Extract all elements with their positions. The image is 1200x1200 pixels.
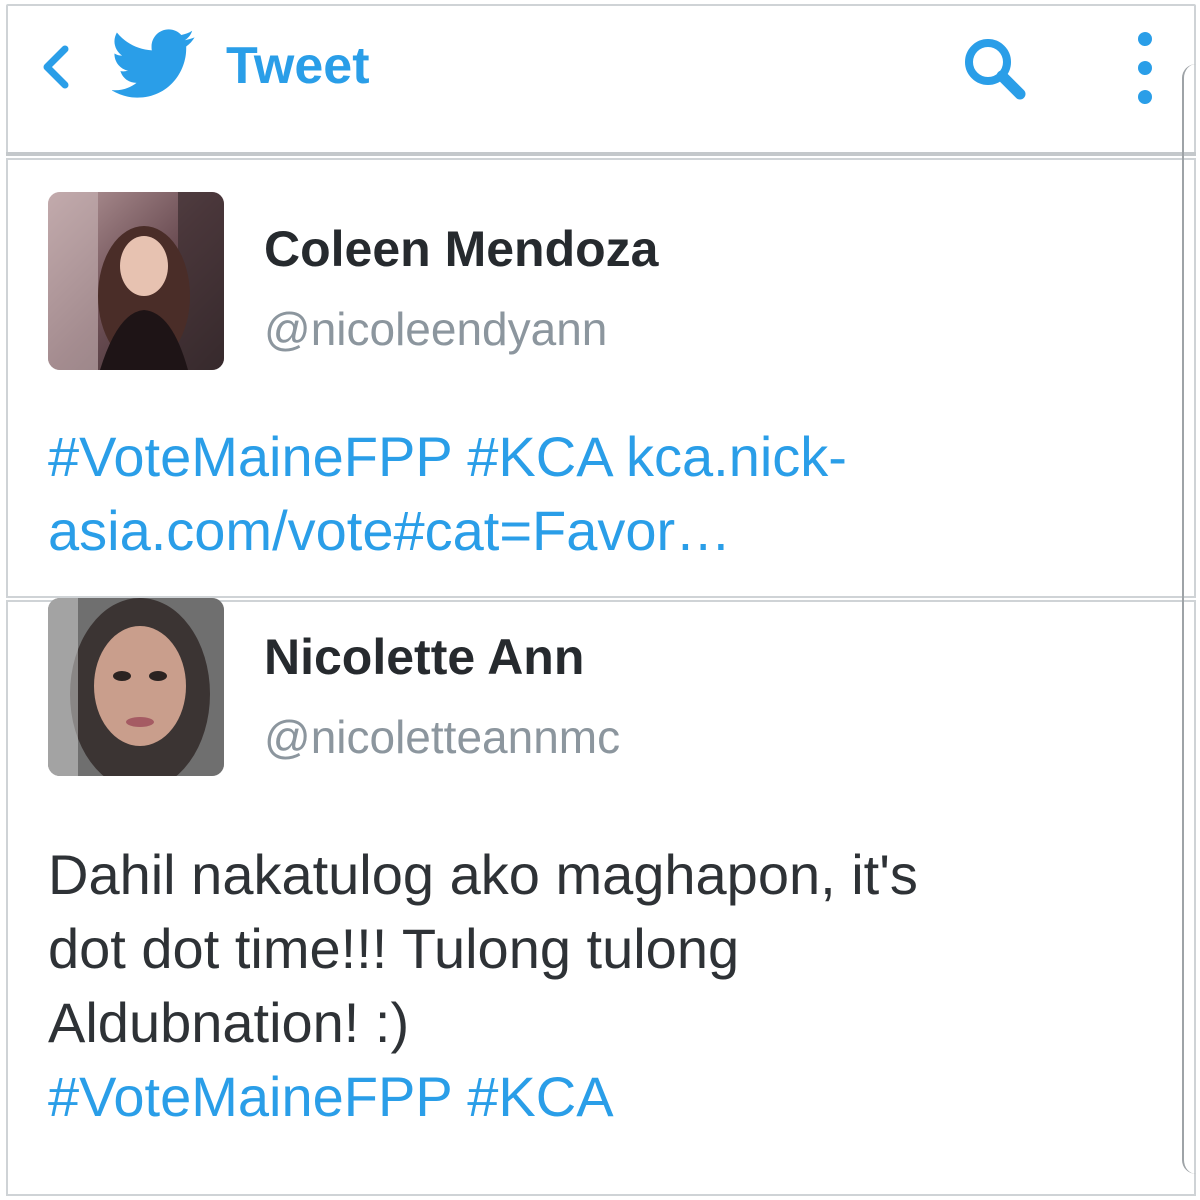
more-vertical-icon <box>1138 32 1152 46</box>
avatar[interactable] <box>48 598 224 776</box>
hashtag-link[interactable]: #VoteMaineFPP <box>48 1065 452 1128</box>
avatar[interactable] <box>48 192 224 370</box>
tweet-card[interactable]: Coleen Mendoza @nicoleendyann #VoteMaine… <box>6 158 1196 598</box>
user-handle[interactable]: @nicoleendyann <box>264 302 607 356</box>
app-header: Tweet <box>6 4 1196 154</box>
chevron-left-icon <box>43 45 69 89</box>
hashtag-link[interactable]: #KCA <box>467 1065 613 1128</box>
tweet-text-line: dot dot time!!! Tulong tulong <box>48 917 740 980</box>
more-vertical-icon-dot <box>1138 61 1152 75</box>
user-handle[interactable]: @nicoletteannmc <box>264 710 620 764</box>
more-options-button[interactable] <box>1130 28 1160 108</box>
twitter-bird-icon <box>112 29 195 98</box>
url-link[interactable]: kca.nick- <box>626 425 847 488</box>
avatar-photo <box>48 192 224 370</box>
more-vertical-icon-dot <box>1138 90 1152 104</box>
hashtag-link[interactable]: #VoteMaineFPP <box>48 425 452 488</box>
back-button[interactable] <box>36 44 76 90</box>
display-name[interactable]: Nicolette Ann <box>264 628 584 686</box>
tweet-text-line: Aldubnation! :) <box>48 991 410 1054</box>
hashtag-link[interactable]: #KCA <box>467 425 610 488</box>
tweet-text-line: #VoteMaineFPP #KCA <box>48 1060 1148 1134</box>
tweet-text-line: Dahil nakatulog ako maghapon, it's <box>48 843 918 906</box>
avatar-photo <box>48 598 224 776</box>
page-title: Tweet <box>226 37 370 95</box>
search-icon <box>965 39 1026 100</box>
tweet-text: #VoteMaineFPP #KCA kca.nick- asia.com/vo… <box>48 420 1148 568</box>
tweet-text: Dahil nakatulog ako maghapon, it's dot d… <box>48 838 1148 1134</box>
search-button[interactable] <box>958 34 1038 104</box>
url-link[interactable]: asia.com/vote#cat=Favor… <box>48 499 731 562</box>
tweet-text-line: #VoteMaineFPP #KCA kca.nick- <box>48 420 1148 494</box>
tweet-text-line: asia.com/vote#cat=Favor… <box>48 494 1148 568</box>
screen-edge-curve <box>1182 64 1200 1174</box>
display-name[interactable]: Coleen Mendoza <box>264 220 658 278</box>
screenshot-frame: Tweet Coleen Mendoza @nicoleendyann #Vot… <box>0 0 1200 1200</box>
tweet-card[interactable]: Nicolette Ann @nicoletteannmc Dahil naka… <box>6 598 1196 1196</box>
header-divider <box>6 152 1196 156</box>
